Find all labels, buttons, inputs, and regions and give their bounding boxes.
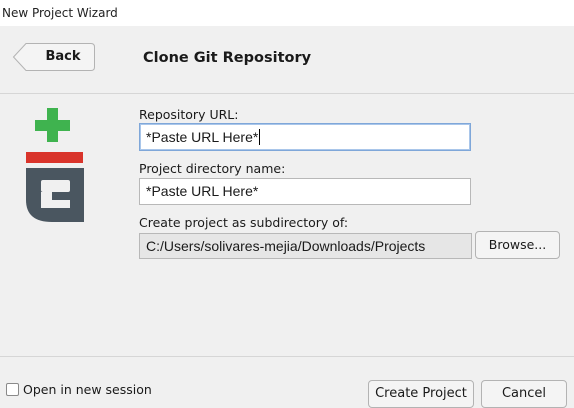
back-button[interactable]: Back	[12, 42, 96, 72]
project-directory-label: Project directory name:	[139, 161, 286, 176]
subdirectory-label: Create project as subdirectory of:	[139, 215, 349, 230]
create-project-button[interactable]: Create Project	[368, 380, 474, 408]
window-title: New Project Wizard	[0, 0, 574, 26]
subdirectory-path-field: C:/Users/solivares-mejia/Downloads/Proje…	[139, 233, 472, 259]
wizard-header: Back Clone Git Repository	[0, 26, 574, 94]
cancel-button[interactable]: Cancel	[481, 380, 567, 408]
page-title: Clone Git Repository	[143, 50, 312, 66]
text-caret	[259, 129, 261, 145]
git-icon	[26, 108, 84, 222]
project-directory-input[interactable]: *Paste URL Here*	[139, 178, 471, 205]
open-new-session-checkbox[interactable]	[6, 383, 19, 396]
back-button-label: Back	[45, 49, 81, 64]
repository-url-input[interactable]: *Paste URL Here*	[139, 123, 471, 151]
footer-divider	[0, 356, 574, 357]
repository-url-label: Repository URL:	[139, 107, 239, 122]
open-new-session-label: Open in new session	[23, 382, 152, 397]
project-directory-value: *Paste URL Here*	[146, 183, 259, 199]
repository-url-value: *Paste URL Here*	[146, 129, 259, 145]
open-new-session-toggle[interactable]: Open in new session	[6, 382, 152, 397]
subdirectory-path-value: C:/Users/solivares-mejia/Downloads/Proje…	[146, 238, 426, 254]
browse-button[interactable]: Browse...	[475, 231, 560, 259]
